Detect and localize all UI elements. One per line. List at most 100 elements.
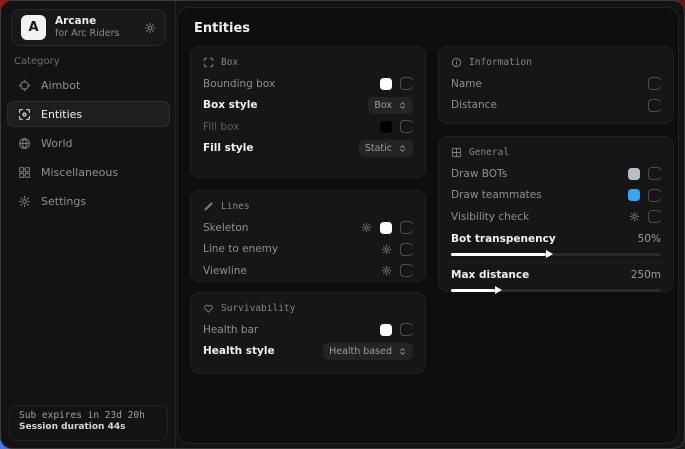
- max-distance-slider[interactable]: [451, 289, 661, 292]
- sidebar-item-aimbot[interactable]: Aimbot: [7, 72, 170, 98]
- chevrons-up-down-icon: [398, 347, 407, 356]
- bounding-box-label: Bounding box: [203, 78, 275, 90]
- divider: [451, 262, 661, 263]
- box-style-value: Box: [374, 100, 392, 111]
- chevrons-up-down-icon: [398, 144, 407, 153]
- fill-style-row: Fill style Static: [203, 138, 413, 160]
- survivability-panel-header: Survivability: [203, 301, 413, 316]
- slider-fill: [451, 289, 495, 292]
- heart-icon: [203, 303, 214, 314]
- draw-bots-label: Draw BOTs: [451, 168, 507, 180]
- gear-icon[interactable]: [629, 211, 640, 222]
- app-subtitle: for Arc Riders: [55, 28, 135, 40]
- distance-row: Distance: [451, 95, 661, 117]
- chevrons-up-down-icon: [398, 101, 407, 110]
- draw-bots-checkbox[interactable]: [648, 167, 661, 180]
- health-bar-checkbox[interactable]: [400, 323, 413, 336]
- skeleton-checkbox[interactable]: [400, 221, 413, 234]
- skeleton-color-swatch[interactable]: [380, 222, 392, 234]
- draw-teammates-color-swatch[interactable]: [628, 189, 640, 201]
- info-icon: [451, 57, 462, 68]
- bounding-box-row: Bounding box: [203, 73, 413, 95]
- sidebar-item-label: Miscellaneous: [41, 166, 118, 179]
- pencil-line-icon: [203, 201, 214, 212]
- name-checkbox[interactable]: [648, 77, 661, 90]
- sidebar-item-label: World: [41, 137, 73, 150]
- information-panel-header: Information: [451, 55, 661, 70]
- health-bar-color-swatch[interactable]: [380, 324, 392, 336]
- crosshair-icon: [18, 79, 31, 92]
- gear-icon[interactable]: [144, 22, 156, 34]
- slider-fill: [451, 253, 546, 256]
- box-style-select[interactable]: Box: [368, 97, 413, 114]
- bot-transparency-slider[interactable]: [451, 253, 661, 256]
- bot-transparency-value: 50%: [638, 233, 661, 245]
- gear-icon: [18, 195, 31, 208]
- fill-box-checkbox[interactable]: [400, 120, 413, 133]
- viewline-checkbox[interactable]: [400, 264, 413, 277]
- fill-style-select[interactable]: Static: [359, 140, 413, 157]
- health-style-label: Health style: [203, 345, 275, 357]
- gear-icon[interactable]: [381, 265, 392, 276]
- sidebar-item-world[interactable]: World: [7, 130, 170, 156]
- box-style-row: Box style Box: [203, 95, 413, 117]
- general-panel-header: General: [451, 145, 661, 160]
- bounding-box-color-swatch[interactable]: [380, 78, 392, 90]
- sidebar-item-label: Aimbot: [41, 79, 80, 92]
- sidebar-item-entities[interactable]: Entities: [7, 101, 170, 127]
- app-window: A Arcane for Arc Riders Category Aimbot: [0, 0, 685, 449]
- name-row: Name: [451, 73, 661, 95]
- sidebar-item-label: Entities: [41, 108, 82, 121]
- fill-style-label: Fill style: [203, 142, 253, 154]
- box-panel-title: Box: [221, 57, 238, 68]
- draw-teammates-checkbox[interactable]: [648, 189, 661, 202]
- gear-icon[interactable]: [381, 244, 392, 255]
- box-panel-header: Box: [203, 55, 413, 70]
- lines-panel: Lines Skeleton Line to enemy: [190, 190, 426, 282]
- sidebar-item-label: Settings: [41, 195, 86, 208]
- sub-expiry-text: Sub expires in 23d 20h: [19, 410, 158, 421]
- bot-transparency-row: Bot transpenency 50%: [451, 230, 661, 249]
- visibility-check-checkbox[interactable]: [648, 210, 661, 223]
- viewline-label: Viewline: [203, 265, 247, 277]
- health-bar-row: Health bar: [203, 319, 413, 341]
- information-panel-title: Information: [469, 57, 532, 68]
- max-distance-value: 250m: [631, 269, 661, 281]
- fill-style-value: Static: [365, 143, 392, 154]
- health-bar-label: Health bar: [203, 324, 258, 336]
- distance-label: Distance: [451, 99, 497, 111]
- subscription-card: Sub expires in 23d 20h Session duration …: [9, 405, 168, 441]
- distance-checkbox[interactable]: [648, 99, 661, 112]
- fill-box-label: Fill box: [203, 121, 239, 133]
- app-logo: A: [21, 15, 46, 40]
- health-style-value: Health based: [329, 346, 392, 357]
- draw-bots-row: Draw BOTs: [451, 163, 661, 185]
- general-panel-title: General: [469, 147, 509, 158]
- health-style-select[interactable]: Health based: [323, 343, 413, 360]
- category-label: Category: [14, 56, 60, 67]
- fill-box-color-swatch[interactable]: [380, 121, 392, 133]
- sidebar: A Arcane for Arc Riders Category Aimbot: [1, 1, 176, 448]
- line-to-enemy-checkbox[interactable]: [400, 243, 413, 256]
- information-panel: Information Name Distance: [438, 46, 674, 124]
- fill-box-row: Fill box: [203, 116, 413, 138]
- slider-thumb[interactable]: [546, 250, 553, 258]
- max-distance-label: Max distance: [451, 269, 529, 281]
- page-title: Entities: [194, 21, 250, 36]
- lines-panel-header: Lines: [203, 199, 413, 214]
- gear-icon[interactable]: [361, 222, 372, 233]
- max-distance-row: Max distance 250m: [451, 266, 661, 285]
- grid-table-icon: [451, 147, 462, 158]
- globe-icon: [18, 137, 31, 150]
- survivability-panel-title: Survivability: [221, 303, 295, 314]
- draw-bots-color-swatch[interactable]: [628, 168, 640, 180]
- sidebar-item-miscellaneous[interactable]: Miscellaneous: [7, 159, 170, 185]
- brand-text: Arcane for Arc Riders: [55, 15, 135, 40]
- draw-teammates-row: Draw teammates: [451, 185, 661, 207]
- sidebar-item-settings[interactable]: Settings: [7, 188, 170, 214]
- bot-transparency-label: Bot transpenency: [451, 233, 556, 245]
- bounding-box-checkbox[interactable]: [400, 77, 413, 90]
- box-style-label: Box style: [203, 99, 257, 111]
- slider-thumb[interactable]: [495, 286, 502, 294]
- survivability-panel: Survivability Health bar Health style He…: [190, 292, 426, 374]
